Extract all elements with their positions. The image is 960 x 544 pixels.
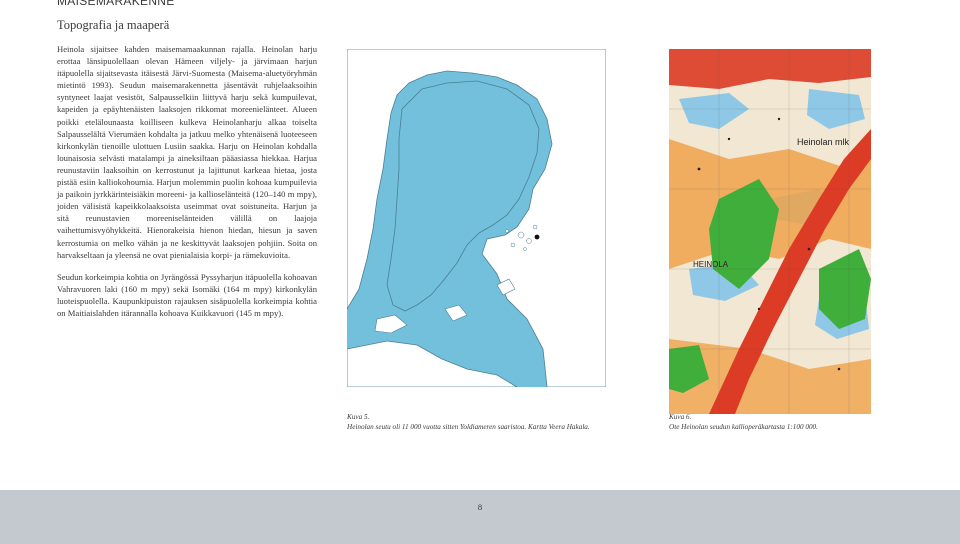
caption-text: Ote Heinolan seudun kallioperäkartasta 1… xyxy=(669,423,818,431)
caption-label: Kuva 5. xyxy=(347,413,370,421)
footer-band xyxy=(0,490,960,544)
figure-6-caption: Kuva 6. Ote Heinolan seudun kallioperäka… xyxy=(669,412,949,432)
map-label-town: HEINOLA xyxy=(693,260,729,269)
paragraph: Heinola sijaitsee kahden maisemamaakunna… xyxy=(57,44,317,260)
body-text: Heinola sijaitsee kahden maisemamaakunna… xyxy=(57,43,317,329)
paragraph: Seudun korkeimpia kohtia on Jyrängössä P… xyxy=(57,271,317,318)
caption-text: Heinolan seutu oli 11 000 vuotta sitten … xyxy=(347,423,590,431)
section-title: MAISEMARAKENNE xyxy=(57,0,175,8)
page-subtitle: Topografia ja maaperä xyxy=(57,18,170,32)
caption-label: Kuva 6. xyxy=(669,413,692,421)
map-label-mlk: Heinolan mlk xyxy=(797,137,850,147)
yoldia-sea-map xyxy=(347,49,606,387)
bedrock-map: Heinolan mlk HEINOLA xyxy=(669,49,871,414)
yoldia-sea-map-graphic xyxy=(347,49,606,387)
bedrock-map-graphic: Heinolan mlk HEINOLA xyxy=(669,49,871,414)
figure-5-caption: Kuva 5. Heinolan seutu oli 11 000 vuotta… xyxy=(347,412,627,432)
page-number: 8 xyxy=(477,502,483,512)
